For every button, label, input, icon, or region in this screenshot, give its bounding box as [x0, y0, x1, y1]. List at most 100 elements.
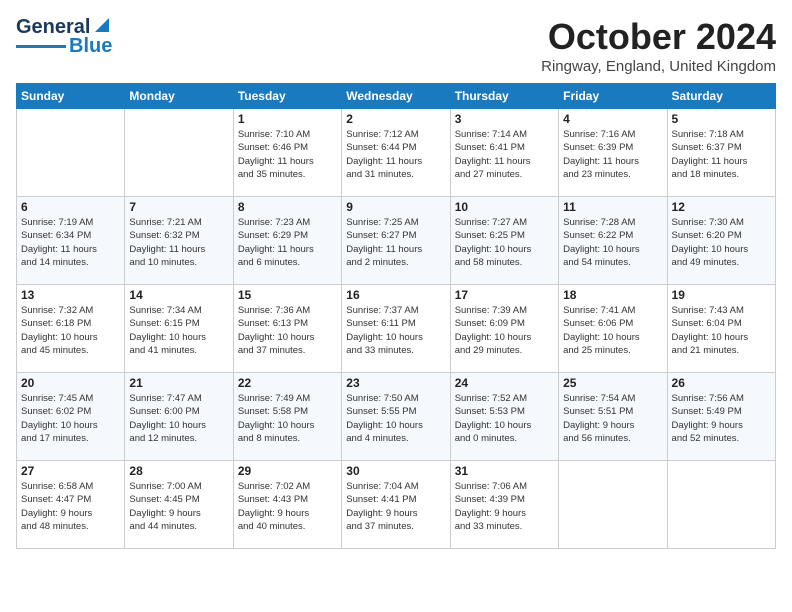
day-number: 27: [21, 464, 120, 478]
day-number: 11: [563, 200, 662, 214]
calendar-cell: 17 Sunrise: 7:39 AM Sunset: 6:09 PM Dayli…: [450, 285, 558, 373]
day-number: 31: [455, 464, 554, 478]
day-number: 7: [129, 200, 228, 214]
calendar-cell: 5 Sunrise: 7:18 AM Sunset: 6:37 PM Daylig…: [667, 109, 775, 197]
calendar-cell: 3Sunrise: 7:14 AM Sunset: 6:41 PM Daylig…: [450, 109, 558, 197]
day-number: 29: [238, 464, 337, 478]
day-info: Sunrise: 7:39 AM Sunset: 6:09 PM Dayligh…: [455, 304, 554, 357]
calendar-cell: 28 Sunrise: 7:00 AM Sunset: 4:45 PM Dayli…: [125, 461, 233, 549]
calendar-cell: 26 Sunrise: 7:56 AM Sunset: 5:49 PM Dayli…: [667, 373, 775, 461]
calendar-table: SundayMondayTuesdayWednesdayThursdayFrid…: [16, 83, 776, 549]
day-number: 18: [563, 288, 662, 302]
day-number: 1: [238, 112, 337, 126]
page-header: General Blue October 2024 Ringway, Engla…: [16, 16, 776, 75]
weekday-wednesday: Wednesday: [342, 84, 450, 109]
day-number: 26: [672, 376, 771, 390]
logo: General Blue: [16, 16, 113, 58]
day-number: 5: [672, 112, 771, 126]
day-number: 12: [672, 200, 771, 214]
day-number: 8: [238, 200, 337, 214]
weekday-friday: Friday: [559, 84, 667, 109]
calendar-cell: 2 Sunrise: 7:12 AM Sunset: 6:44 PM Daylig…: [342, 109, 450, 197]
calendar-cell: 27 Sunrise: 6:58 AM Sunset: 4:47 PM Dayli…: [17, 461, 125, 549]
weekday-saturday: Saturday: [667, 84, 775, 109]
calendar-cell: 1 Sunrise: 7:10 AM Sunset: 6:46 PM Daylig…: [233, 109, 341, 197]
day-info: Sunrise: 6:58 AM Sunset: 4:47 PM Dayligh…: [21, 480, 120, 533]
day-number: 13: [21, 288, 120, 302]
day-info: Sunrise: 7:21 AM Sunset: 6:32 PM Dayligh…: [129, 216, 228, 269]
logo-line: [16, 45, 66, 48]
month-title: October 2024: [541, 16, 776, 58]
day-info: Sunrise: 7:43 AM Sunset: 6:04 PM Dayligh…: [672, 304, 771, 357]
calendar-cell: 20 Sunrise: 7:45 AM Sunset: 6:02 PM Dayli…: [17, 373, 125, 461]
day-number: 25: [563, 376, 662, 390]
calendar-cell: 29 Sunrise: 7:02 AM Sunset: 4:43 PM Dayli…: [233, 461, 341, 549]
day-info: Sunrise: 7:30 AM Sunset: 6:20 PM Dayligh…: [672, 216, 771, 269]
calendar-cell: 6Sunrise: 7:19 AM Sunset: 6:34 PM Daylig…: [17, 197, 125, 285]
day-number: 4: [563, 112, 662, 126]
week-row-5: 27 Sunrise: 6:58 AM Sunset: 4:47 PM Dayli…: [17, 461, 776, 549]
week-row-4: 20 Sunrise: 7:45 AM Sunset: 6:02 PM Dayli…: [17, 373, 776, 461]
day-info: Sunrise: 7:56 AM Sunset: 5:49 PM Dayligh…: [672, 392, 771, 445]
calendar-cell: 4 Sunrise: 7:16 AM Sunset: 6:39 PM Daylig…: [559, 109, 667, 197]
day-info: Sunrise: 7:34 AM Sunset: 6:15 PM Dayligh…: [129, 304, 228, 357]
day-info: Sunrise: 7:37 AM Sunset: 6:11 PM Dayligh…: [346, 304, 445, 357]
day-info: Sunrise: 7:28 AM Sunset: 6:22 PM Dayligh…: [563, 216, 662, 269]
calendar-cell: 14 Sunrise: 7:34 AM Sunset: 6:15 PM Dayli…: [125, 285, 233, 373]
day-number: 30: [346, 464, 445, 478]
day-info: Sunrise: 7:45 AM Sunset: 6:02 PM Dayligh…: [21, 392, 120, 445]
calendar-cell: 13 Sunrise: 7:32 AM Sunset: 6:18 PM Dayli…: [17, 285, 125, 373]
day-number: 20: [21, 376, 120, 390]
day-info: Sunrise: 7:23 AM Sunset: 6:29 PM Dayligh…: [238, 216, 337, 269]
day-number: 15: [238, 288, 337, 302]
day-info: Sunrise: 7:18 AM Sunset: 6:37 PM Dayligh…: [672, 128, 771, 181]
day-info: Sunrise: 7:10 AM Sunset: 6:46 PM Dayligh…: [238, 128, 337, 181]
calendar-body: 1 Sunrise: 7:10 AM Sunset: 6:46 PM Daylig…: [17, 109, 776, 549]
day-number: 9: [346, 200, 445, 214]
calendar-cell: [17, 109, 125, 197]
weekday-monday: Monday: [125, 84, 233, 109]
logo-arrow-icon: [91, 14, 113, 36]
day-info: Sunrise: 7:50 AM Sunset: 5:55 PM Dayligh…: [346, 392, 445, 445]
day-number: 2: [346, 112, 445, 126]
week-row-3: 13 Sunrise: 7:32 AM Sunset: 6:18 PM Dayli…: [17, 285, 776, 373]
calendar-cell: 12 Sunrise: 7:30 AM Sunset: 6:20 PM Dayli…: [667, 197, 775, 285]
calendar-cell: 23Sunrise: 7:50 AM Sunset: 5:55 PM Dayli…: [342, 373, 450, 461]
calendar-cell: 8 Sunrise: 7:23 AM Sunset: 6:29 PM Daylig…: [233, 197, 341, 285]
day-info: Sunrise: 7:32 AM Sunset: 6:18 PM Dayligh…: [21, 304, 120, 357]
day-info: Sunrise: 7:49 AM Sunset: 5:58 PM Dayligh…: [238, 392, 337, 445]
calendar-cell: 24Sunrise: 7:52 AM Sunset: 5:53 PM Dayli…: [450, 373, 558, 461]
weekday-tuesday: Tuesday: [233, 84, 341, 109]
weekday-sunday: Sunday: [17, 84, 125, 109]
calendar-cell: 15 Sunrise: 7:36 AM Sunset: 6:13 PM Dayli…: [233, 285, 341, 373]
day-info: Sunrise: 7:25 AM Sunset: 6:27 PM Dayligh…: [346, 216, 445, 269]
day-number: 28: [129, 464, 228, 478]
day-number: 22: [238, 376, 337, 390]
calendar-cell: 10Sunrise: 7:27 AM Sunset: 6:25 PM Dayli…: [450, 197, 558, 285]
day-info: Sunrise: 7:36 AM Sunset: 6:13 PM Dayligh…: [238, 304, 337, 357]
day-info: Sunrise: 7:02 AM Sunset: 4:43 PM Dayligh…: [238, 480, 337, 533]
logo-blue: Blue: [69, 35, 112, 58]
calendar-cell: 11 Sunrise: 7:28 AM Sunset: 6:22 PM Dayli…: [559, 197, 667, 285]
day-info: Sunrise: 7:00 AM Sunset: 4:45 PM Dayligh…: [129, 480, 228, 533]
day-info: Sunrise: 7:54 AM Sunset: 5:51 PM Dayligh…: [563, 392, 662, 445]
day-info: Sunrise: 7:12 AM Sunset: 6:44 PM Dayligh…: [346, 128, 445, 181]
day-info: Sunrise: 7:52 AM Sunset: 5:53 PM Dayligh…: [455, 392, 554, 445]
calendar-cell: 9 Sunrise: 7:25 AM Sunset: 6:27 PM Daylig…: [342, 197, 450, 285]
day-info: Sunrise: 7:47 AM Sunset: 6:00 PM Dayligh…: [129, 392, 228, 445]
week-row-2: 6Sunrise: 7:19 AM Sunset: 6:34 PM Daylig…: [17, 197, 776, 285]
calendar-cell: 16 Sunrise: 7:37 AM Sunset: 6:11 PM Dayli…: [342, 285, 450, 373]
day-number: 16: [346, 288, 445, 302]
calendar-cell: 7 Sunrise: 7:21 AM Sunset: 6:32 PM Daylig…: [125, 197, 233, 285]
day-number: 17: [455, 288, 554, 302]
day-number: 3: [455, 112, 554, 126]
weekday-header-row: SundayMondayTuesdayWednesdayThursdayFrid…: [17, 84, 776, 109]
day-number: 14: [129, 288, 228, 302]
calendar-cell: 30 Sunrise: 7:04 AM Sunset: 4:41 PM Dayli…: [342, 461, 450, 549]
day-info: Sunrise: 7:04 AM Sunset: 4:41 PM Dayligh…: [346, 480, 445, 533]
calendar-cell: 19Sunrise: 7:43 AM Sunset: 6:04 PM Dayli…: [667, 285, 775, 373]
day-info: Sunrise: 7:19 AM Sunset: 6:34 PM Dayligh…: [21, 216, 120, 269]
day-info: Sunrise: 7:16 AM Sunset: 6:39 PM Dayligh…: [563, 128, 662, 181]
location: Ringway, England, United Kingdom: [541, 58, 776, 75]
calendar-cell: 21Sunrise: 7:47 AM Sunset: 6:00 PM Dayli…: [125, 373, 233, 461]
